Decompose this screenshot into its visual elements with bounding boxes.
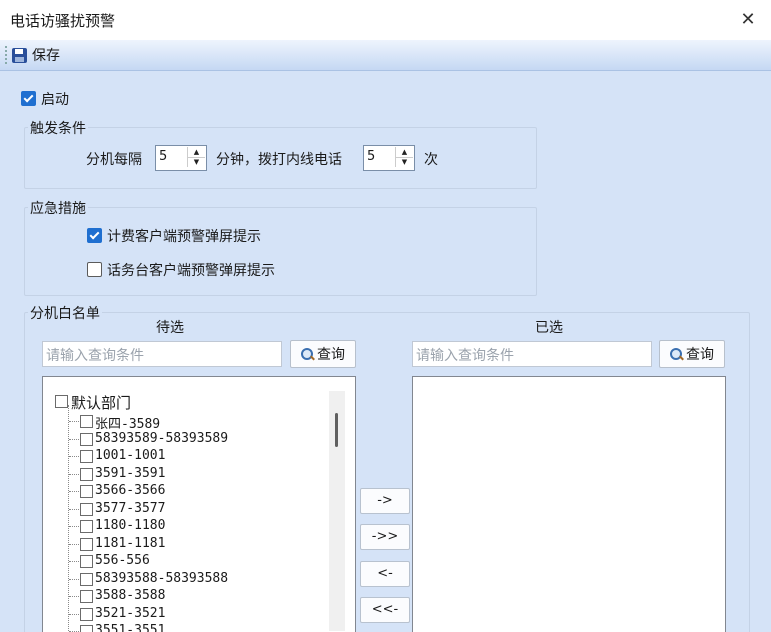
- trigger-suffix: 次: [424, 152, 438, 168]
- tree-item-label: 556-556: [95, 553, 150, 568]
- dialog-window: 电话访骚扰预警 ✕ 保存 启动 触发条件 分机每隔 5 ▲ ▼ 分钟，拨打内线电…: [0, 0, 771, 632]
- search-icon: [670, 347, 683, 361]
- toolbar: 保存: [0, 40, 771, 71]
- tree-item-label: 张四-3589: [95, 417, 161, 432]
- tree-item-label: 3566-3566: [95, 483, 166, 498]
- pending-tree-list[interactable]: 默认部门 张四-3589 58393589-58393589 1001-1001 35…: [42, 376, 356, 632]
- pending-header: 待选: [156, 320, 184, 336]
- tree-item-checkbox[interactable]: [80, 520, 93, 533]
- tree-item-checkbox[interactable]: [80, 450, 93, 463]
- tree-branch-line: [69, 526, 79, 527]
- selected-search-placeholder: 请输入查询条件: [416, 348, 514, 364]
- tree-item-label: 1180-1180: [95, 518, 166, 533]
- save-label: 保存: [32, 48, 60, 64]
- emergency-legend: 应急措施: [28, 198, 88, 218]
- tree-item-label: 3588-3588: [95, 588, 166, 603]
- minutes-stepper-arrows: ▲ ▼: [187, 147, 205, 167]
- minutes-value: 5: [159, 149, 168, 164]
- minutes-stepper[interactable]: 5 ▲ ▼: [155, 145, 207, 171]
- calls-stepper-arrows: ▲ ▼: [395, 147, 413, 167]
- tree-branch-line: [69, 456, 79, 457]
- search-icon: [301, 347, 314, 361]
- stepper-down-icon[interactable]: ▼: [188, 157, 205, 167]
- billing-alert-label: 计费客户端预警弹屏提示: [107, 229, 261, 245]
- selected-search-input[interactable]: 请输入查询条件: [412, 341, 652, 367]
- tree-item-checkbox[interactable]: [80, 467, 93, 481]
- tree-item-label: 1181-1181: [95, 535, 166, 551]
- tree-root-checkbox[interactable]: [55, 395, 68, 408]
- pending-query-button[interactable]: 查询: [290, 340, 356, 368]
- window-title: 电话访骚扰预警: [10, 12, 116, 30]
- tree-branch-line: [69, 561, 79, 562]
- tree-branch-line: [69, 578, 79, 580]
- tree-branch-line: [69, 508, 79, 510]
- tree-item-checkbox[interactable]: [80, 432, 93, 446]
- move-selected-right-button[interactable]: ->: [360, 488, 410, 514]
- tree-item-checkbox[interactable]: [80, 625, 93, 632]
- tree-item-checkbox[interactable]: [80, 537, 93, 551]
- console-alert-label: 话务台客户端预警弹屏提示: [107, 263, 275, 279]
- tree-item-checkbox[interactable]: [80, 572, 93, 586]
- save-button[interactable]: 保存: [12, 44, 60, 66]
- tree-item-checkbox[interactable]: [80, 555, 93, 568]
- move-all-right-button[interactable]: ->>: [360, 524, 410, 550]
- tree-branch-line: [69, 491, 79, 492]
- toolbar-grip: [5, 46, 9, 64]
- selected-query-label: 查询: [686, 347, 714, 363]
- stepper-down-icon[interactable]: ▼: [396, 157, 413, 167]
- calls-value: 5: [367, 149, 376, 164]
- tree-item-label: 3577-3577: [95, 500, 166, 516]
- pending-search-input[interactable]: 请输入查询条件: [42, 341, 282, 367]
- tree-item-label: 1001-1001: [95, 448, 166, 463]
- tree-item-checkbox[interactable]: [80, 502, 93, 516]
- calls-stepper[interactable]: 5 ▲ ▼: [363, 145, 415, 171]
- tree-item-checkbox[interactable]: [80, 415, 93, 428]
- move-selected-left-button[interactable]: <-: [360, 561, 410, 587]
- pending-search-placeholder: 请输入查询条件: [46, 348, 144, 364]
- billing-alert-checkbox[interactable]: [87, 228, 102, 243]
- tree-item-label: 58393588-58393588: [95, 570, 229, 586]
- trigger-legend: 触发条件: [28, 118, 88, 138]
- tree-branch-line: [69, 543, 79, 545]
- console-alert-checkbox[interactable]: [87, 262, 102, 277]
- selected-query-button[interactable]: 查询: [659, 340, 725, 368]
- tree-item-checkbox[interactable]: [80, 590, 93, 603]
- emergency-group: [24, 207, 537, 296]
- tree-item-checkbox[interactable]: [80, 607, 93, 621]
- tree-scrollbar[interactable]: [329, 391, 345, 631]
- tree-root-label: 默认部门: [71, 394, 132, 412]
- tree-item-checkbox[interactable]: [80, 485, 93, 498]
- tree-branch-line: [69, 596, 79, 597]
- tree-branch-line: [69, 421, 79, 422]
- tree-item-label: 3551-3551: [95, 623, 166, 632]
- tree-branch-line: [69, 438, 79, 440]
- tree-item-label: 3521-3521: [95, 605, 166, 621]
- enable-checkbox[interactable]: [21, 91, 36, 106]
- enable-label: 启动: [41, 92, 69, 108]
- tree-item-label: 58393589-58393589: [95, 430, 229, 446]
- trigger-prefix: 分机每隔: [86, 152, 142, 168]
- selected-list[interactable]: [412, 376, 726, 632]
- trigger-middle: 分钟，拨打内线电话: [216, 152, 342, 168]
- tree-item-label: 3591-3591: [95, 465, 166, 481]
- scrollbar-thumb[interactable]: [335, 413, 338, 447]
- close-icon[interactable]: ✕: [736, 8, 760, 32]
- move-all-left-button[interactable]: <<-: [360, 597, 410, 623]
- pending-query-label: 查询: [317, 347, 345, 363]
- tree-branch-line: [69, 613, 79, 615]
- title-bar: 电话访骚扰预警 ✕: [0, 0, 771, 40]
- floppy-disk-icon: [12, 47, 27, 63]
- whitelist-legend: 分机白名单: [28, 303, 102, 323]
- tree-branch-line: [69, 473, 79, 475]
- selected-header: 已选: [535, 320, 563, 336]
